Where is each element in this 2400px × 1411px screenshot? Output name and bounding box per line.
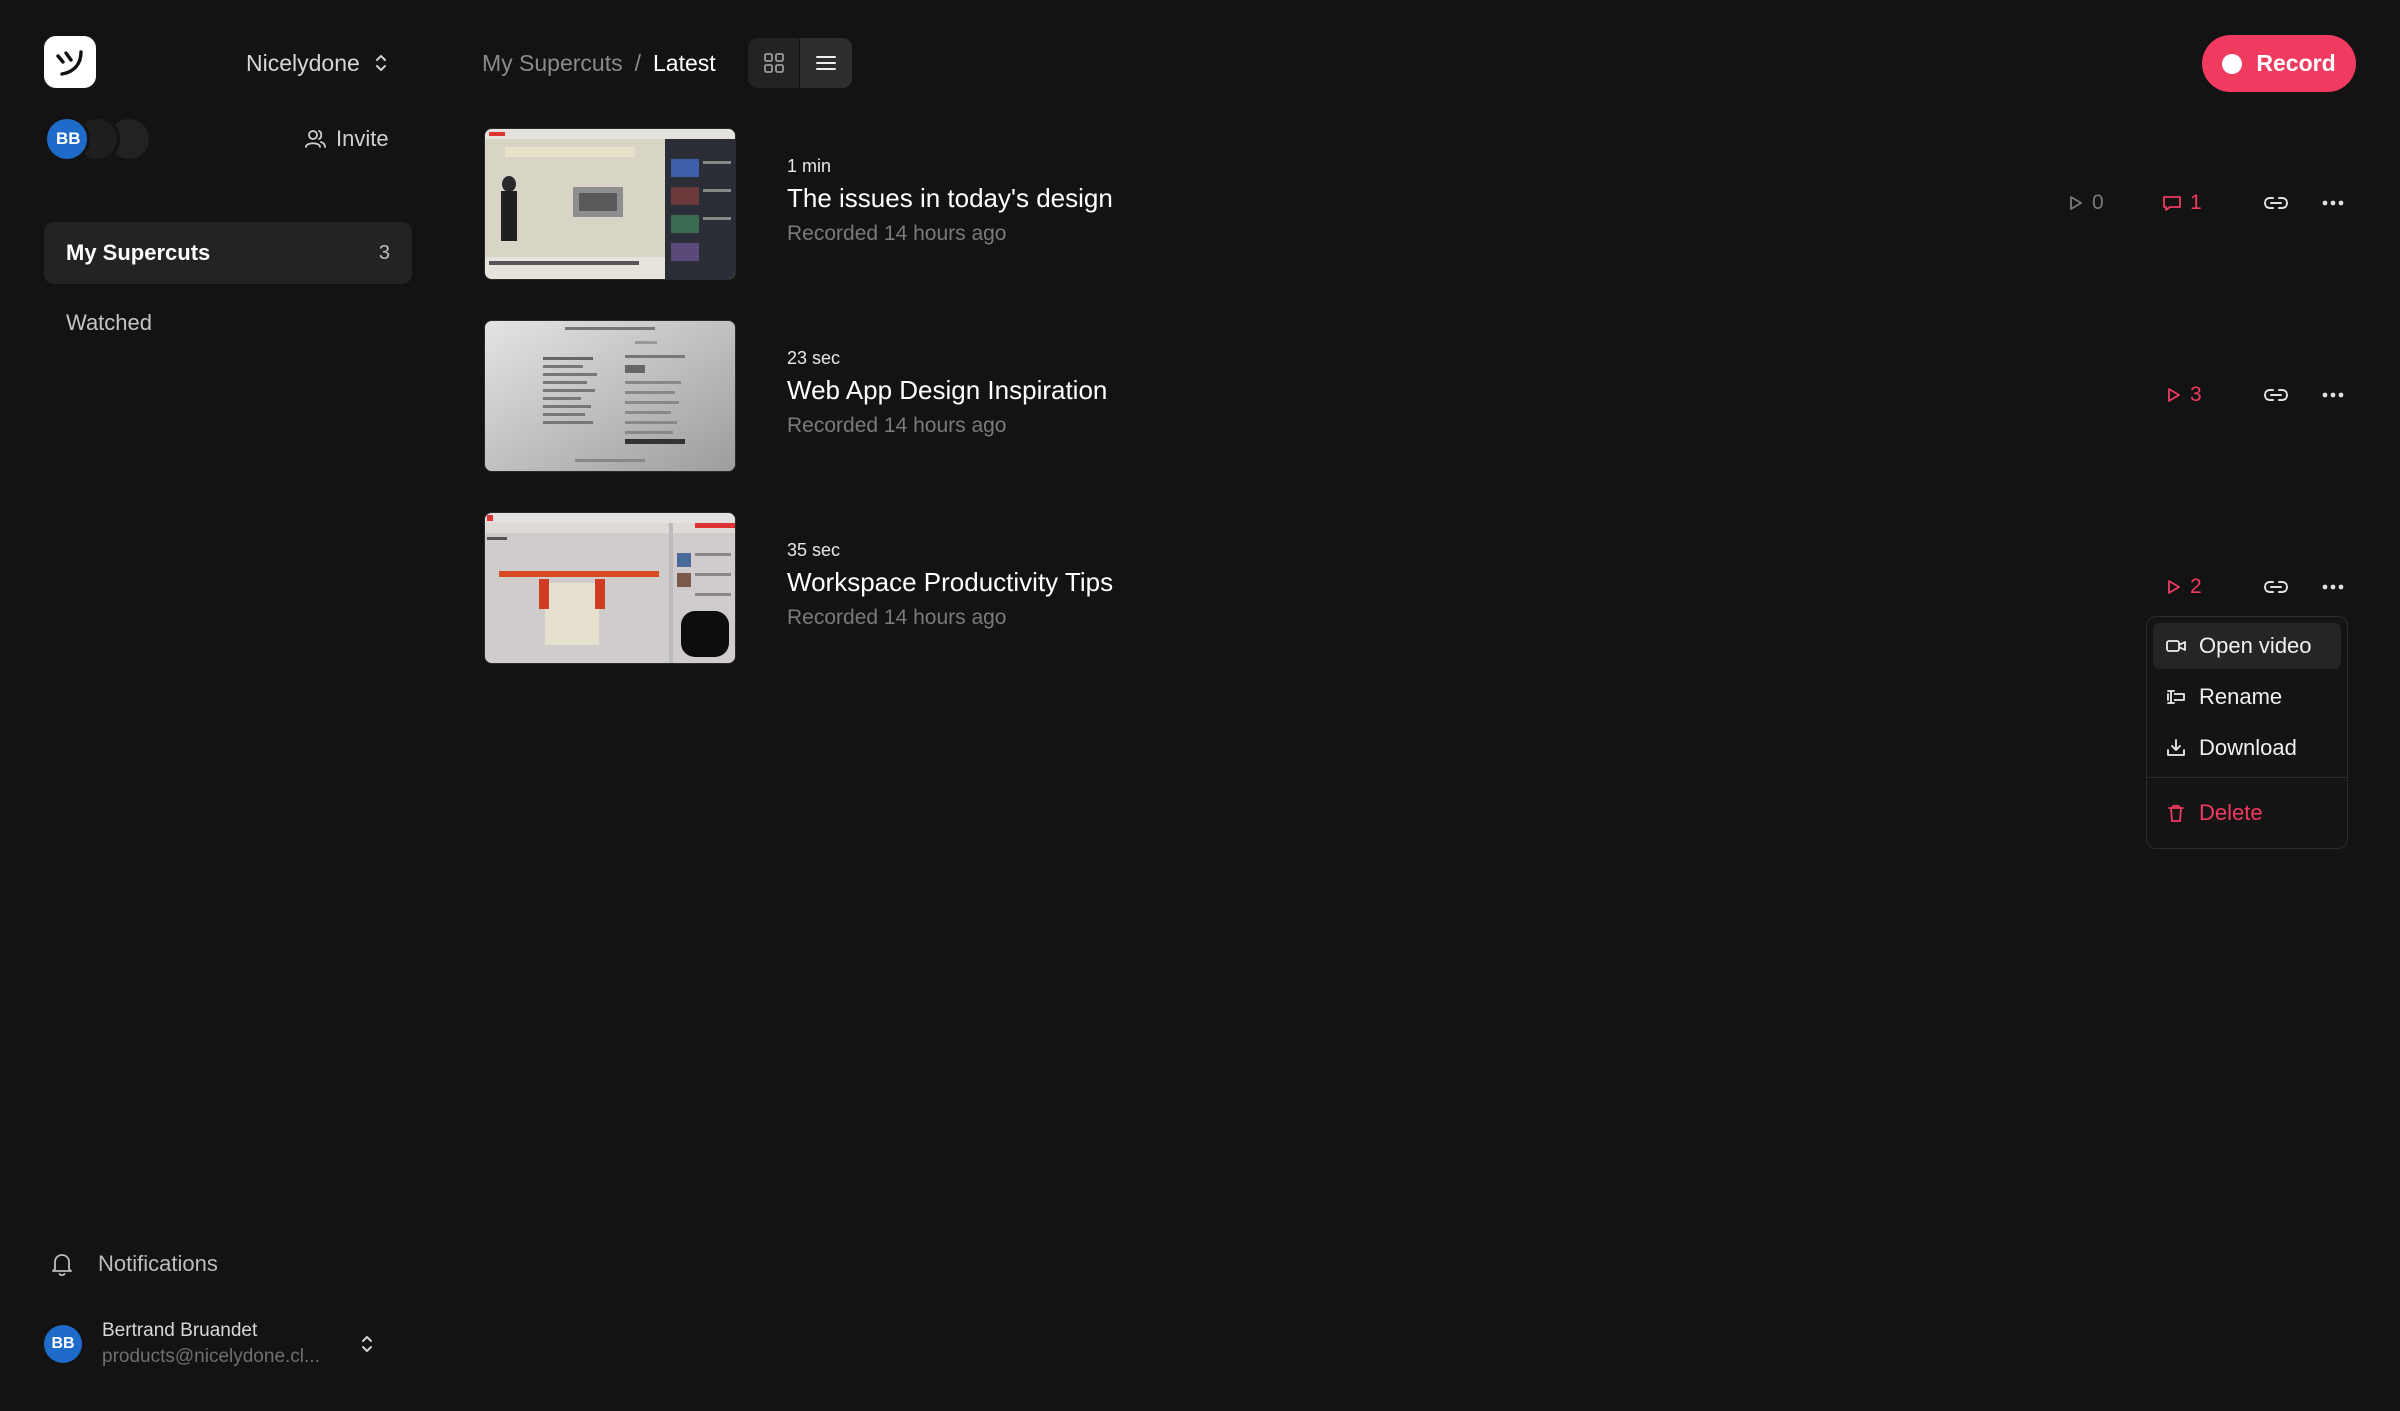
menu-item-download[interactable]: Download [2153, 725, 2341, 771]
menu-item-label: Rename [2199, 684, 2283, 709]
more-options-button[interactable] [2315, 569, 2351, 605]
list-item: 35 sec Workspace Productivity Tips Recor… [482, 512, 2362, 666]
play-icon [2070, 196, 2082, 210]
copy-link-button[interactable] [2258, 377, 2294, 413]
rename-icon [2167, 690, 2185, 704]
video-thumbnail[interactable] [484, 128, 736, 280]
video-duration: 35 sec [787, 540, 841, 560]
comments-value: 1 [2190, 191, 2202, 214]
user-plus-icon [305, 130, 326, 148]
views-value: 0 [2092, 191, 2104, 214]
video-thumbnail-image [485, 321, 735, 471]
list-item: 1 min The issues in today's design Recor… [482, 128, 2362, 282]
breadcrumb-parent[interactable]: My Supercuts [482, 50, 623, 77]
notifications-button[interactable]: Notifications [50, 1246, 218, 1282]
play-icon [2168, 388, 2180, 402]
video-recorded-time: Recorded 14 hours ago [787, 222, 1007, 245]
video-recorded-time: Recorded 14 hours ago [787, 606, 1007, 629]
ellipsis-icon [2322, 200, 2344, 206]
menu-item-label: Open video [2199, 633, 2312, 658]
grid-icon [763, 53, 784, 73]
menu-item-delete[interactable]: Delete [2153, 790, 2341, 836]
link-icon [2263, 581, 2289, 593]
list-view-button[interactable] [800, 38, 852, 88]
breadcrumb-current: Latest [653, 49, 716, 76]
menu-item-label: Delete [2199, 800, 2263, 825]
views-value: 2 [2190, 575, 2202, 598]
link-icon [2263, 389, 2289, 401]
video-title[interactable]: Workspace Productivity Tips [787, 567, 1113, 598]
invite-label: Invite [336, 126, 389, 151]
grid-view-button[interactable] [748, 38, 800, 88]
sidebar-item-watched[interactable]: Watched [44, 292, 412, 354]
comments-count[interactable]: 1 [2162, 188, 2202, 218]
workspace-switcher[interactable]: Nicelydone [246, 46, 388, 80]
ellipsis-icon [2322, 392, 2344, 398]
more-options-button[interactable] [2315, 185, 2351, 221]
record-label: Record [2256, 50, 2336, 76]
sidebar-item-count: 3 [378, 241, 390, 264]
views-value: 3 [2190, 383, 2202, 406]
breadcrumb: My Supercuts / Latest [482, 46, 716, 80]
comment-icon [2163, 196, 2181, 211]
user-menu[interactable]: BB Bertrand Bruandet products@nicelydone… [44, 1316, 396, 1372]
video-duration: 23 sec [787, 348, 841, 368]
user-name: Bertrand Bruandet [102, 1320, 258, 1341]
link-icon [2263, 197, 2289, 209]
video-title[interactable]: The issues in today's design [787, 183, 1113, 214]
chevron-up-down-icon [375, 55, 386, 71]
avatar: BB [44, 116, 90, 162]
logo-glyph-icon [56, 50, 83, 76]
download-icon [2167, 739, 2185, 756]
sidebar-item-my-supercuts[interactable]: My Supercuts 3 [44, 222, 412, 284]
record-dot-icon [2222, 53, 2243, 74]
view-toggle [748, 38, 852, 88]
more-options-button[interactable] [2315, 377, 2351, 413]
member-avatars[interactable]: BB [44, 116, 164, 162]
ellipsis-icon [2322, 584, 2344, 590]
video-camera-icon [2166, 640, 2186, 652]
views-count[interactable]: 3 [2166, 380, 2202, 410]
video-thumbnail-image [485, 129, 735, 279]
video-recorded-time: Recorded 14 hours ago [787, 414, 1007, 437]
views-count[interactable]: 0 [2068, 188, 2104, 218]
sidebar: Nicelydone BB Invite My Supercuts 3 Watc… [0, 0, 440, 1411]
menu-item-label: Download [2199, 735, 2297, 760]
app-logo[interactable] [44, 36, 96, 88]
video-thumbnail[interactable] [484, 512, 736, 664]
copy-link-button[interactable] [2258, 185, 2294, 221]
menu-divider [2147, 777, 2347, 778]
video-options-menu: Open video Rename Download Delete [2146, 616, 2348, 849]
sidebar-item-label: Watched [66, 310, 153, 335]
list-item: 23 sec Web App Design Inspiration Record… [482, 320, 2362, 474]
list-icon [816, 56, 836, 70]
trash-icon [2168, 805, 2184, 822]
avatar: BB [44, 1325, 82, 1363]
video-duration: 1 min [787, 156, 832, 176]
record-button[interactable]: Record [2202, 35, 2356, 92]
bell-icon [52, 1254, 72, 1277]
video-thumbnail-image [485, 513, 735, 663]
video-title[interactable]: Web App Design Inspiration [787, 375, 1107, 406]
play-icon [2168, 580, 2180, 594]
sidebar-item-label: My Supercuts [66, 240, 211, 265]
invite-button[interactable]: Invite [304, 122, 389, 156]
user-email: products@nicelydone.cl... [102, 1346, 320, 1367]
menu-item-rename[interactable]: Rename [2153, 674, 2341, 720]
chevron-up-down-icon [362, 1336, 372, 1352]
menu-item-open-video[interactable]: Open video [2153, 623, 2341, 669]
copy-link-button[interactable] [2258, 569, 2294, 605]
breadcrumb-separator: / [634, 49, 641, 76]
video-thumbnail[interactable] [484, 320, 736, 472]
workspace-name: Nicelydone [246, 49, 360, 76]
notifications-label: Notifications [98, 1251, 218, 1276]
views-count[interactable]: 2 [2166, 572, 2202, 602]
